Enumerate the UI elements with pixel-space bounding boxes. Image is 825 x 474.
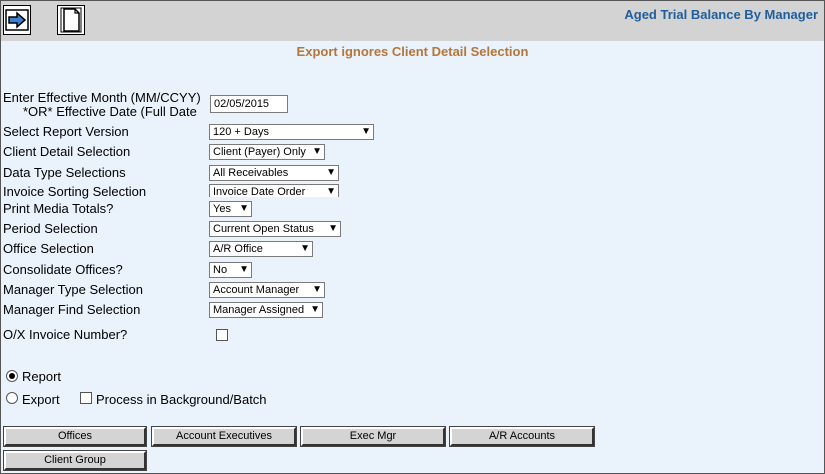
export-radio[interactable] xyxy=(6,392,18,404)
report-version-value: 120 + Days xyxy=(213,126,269,138)
account-executives-button[interactable]: Account Executives xyxy=(151,426,297,447)
report-radio[interactable] xyxy=(6,370,18,382)
report-version-label: Select Report Version xyxy=(3,124,129,139)
manager-type-select[interactable]: Account Manager ▼ xyxy=(209,282,325,298)
period-value: Current Open Status xyxy=(213,223,314,235)
effective-date-input[interactable]: 02/05/2015 xyxy=(210,95,288,113)
chevron-down-icon: ▼ xyxy=(312,146,322,157)
client-detail-label: Client Detail Selection xyxy=(3,144,131,159)
effective-label-line2: *OR* Effective Date (Full Date xyxy=(23,104,197,119)
chevron-down-icon: ▼ xyxy=(312,284,322,295)
report-version-select[interactable]: 120 + Days ▼ xyxy=(209,124,374,140)
chevron-down-icon: ▼ xyxy=(239,264,249,275)
manager-type-label: Manager Type Selection xyxy=(3,282,143,297)
page-title: Aged Trial Balance By Manager xyxy=(624,7,818,22)
effective-label-line1: Enter Effective Month (MM/CCYY) xyxy=(3,90,201,105)
document-icon xyxy=(60,7,82,33)
chevron-down-icon: ▼ xyxy=(361,126,371,137)
data-type-value: All Receivables xyxy=(213,167,289,179)
manager-type-value: Account Manager xyxy=(213,284,300,296)
chevron-down-icon: ▼ xyxy=(328,223,338,234)
invoice-sort-value: Invoice Date Order xyxy=(213,186,306,198)
export-radio-label: Export xyxy=(22,392,60,407)
office-select[interactable]: A/R Office ▼ xyxy=(209,241,313,257)
manager-find-label: Manager Find Selection xyxy=(3,302,141,317)
offices-button[interactable]: Offices xyxy=(3,426,147,447)
period-label: Period Selection xyxy=(3,221,98,236)
ox-invoice-label: O/X Invoice Number? xyxy=(3,327,128,342)
manager-find-select[interactable]: Manager Assigned ▼ xyxy=(209,302,323,318)
period-select[interactable]: Current Open Status ▼ xyxy=(209,221,341,237)
client-group-button[interactable]: Client Group xyxy=(3,450,147,471)
print-media-select[interactable]: Yes ▼ xyxy=(209,201,252,217)
chevron-down-icon: ▼ xyxy=(239,203,249,214)
invoice-sort-select[interactable]: Invoice Date Order ▼ xyxy=(209,184,339,198)
office-value: A/R Office xyxy=(213,243,263,255)
new-document-button[interactable] xyxy=(57,5,85,35)
print-media-value: Yes xyxy=(213,203,231,215)
background-label: Process in Background/Batch xyxy=(96,392,267,407)
client-detail-select[interactable]: Client (Payer) Only ▼ xyxy=(209,144,325,160)
ox-invoice-checkbox[interactable] xyxy=(216,329,228,341)
exec-mgr-button[interactable]: Exec Mgr xyxy=(300,426,446,447)
background-checkbox[interactable] xyxy=(80,392,92,404)
chevron-down-icon: ▼ xyxy=(310,304,320,315)
next-button[interactable] xyxy=(3,5,31,35)
data-type-select[interactable]: All Receivables ▼ xyxy=(209,165,339,181)
consolidate-select[interactable]: No ▼ xyxy=(209,262,252,278)
consolidate-value: No xyxy=(213,264,228,276)
consolidate-label: Consolidate Offices? xyxy=(3,262,123,277)
chevron-down-icon: ▼ xyxy=(300,243,310,254)
print-media-label: Print Media Totals? xyxy=(3,201,114,216)
ar-accounts-button[interactable]: A/R Accounts xyxy=(449,426,595,447)
client-detail-value: Client (Payer) Only xyxy=(213,146,306,158)
toolbar: Aged Trial Balance By Manager xyxy=(1,1,824,41)
export-note: Export ignores Client Detail Selection xyxy=(296,44,529,59)
office-label: Office Selection xyxy=(3,241,94,256)
data-type-label: Data Type Selections xyxy=(3,165,126,180)
arrow-right-icon xyxy=(5,9,29,31)
manager-find-value: Manager Assigned xyxy=(213,304,305,316)
invoice-sort-label: Invoice Sorting Selection xyxy=(3,184,147,199)
report-radio-label: Report xyxy=(22,369,62,384)
chevron-down-icon: ▼ xyxy=(326,186,336,197)
chevron-down-icon: ▼ xyxy=(326,167,336,178)
